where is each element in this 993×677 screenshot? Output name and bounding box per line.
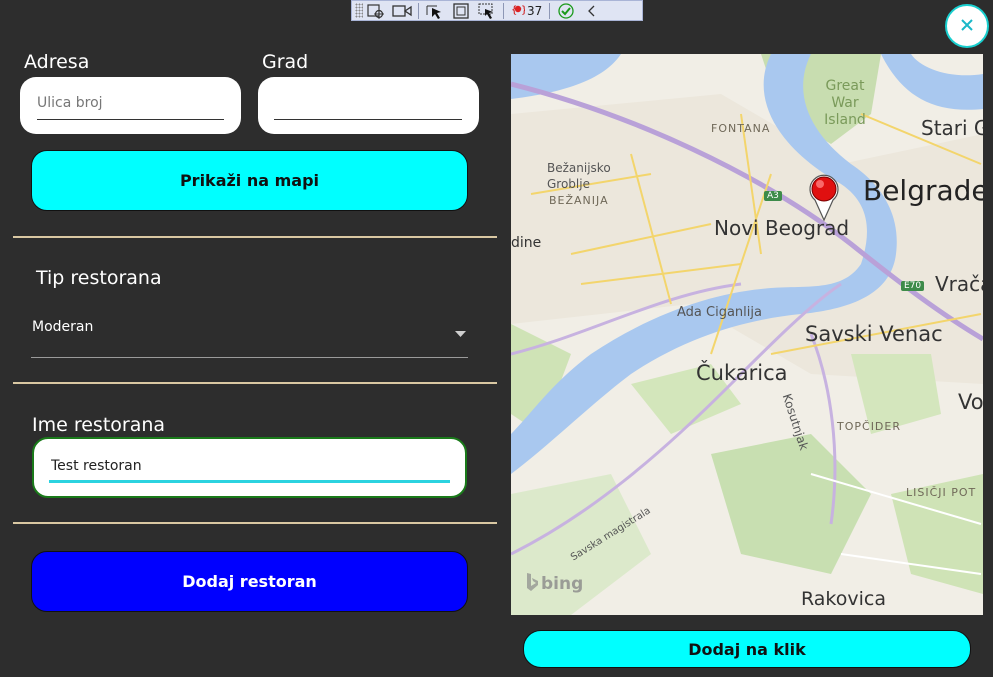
section-divider xyxy=(13,382,497,384)
section-divider xyxy=(13,522,497,524)
map-label-great-war-island: Great War Island xyxy=(824,78,866,128)
city-input[interactable] xyxy=(274,95,462,111)
svg-text:}: } xyxy=(521,5,525,15)
check-icon[interactable] xyxy=(553,1,579,20)
toolbar-separator xyxy=(418,2,419,19)
restaurant-name-label: Ime restorana xyxy=(32,414,166,436)
address-underline xyxy=(37,119,224,120)
map-label-bezanija: BEŽANIJA xyxy=(549,194,609,207)
bing-logo: bing xyxy=(525,572,583,596)
restaurant-name-input[interactable] xyxy=(51,458,449,474)
address-label: Adresa xyxy=(24,51,90,73)
bing-icon xyxy=(525,572,539,596)
close-button[interactable] xyxy=(945,4,989,48)
map-label-ada-ciganlija: Ada Ciganlija xyxy=(677,305,762,320)
map-label-vo: Vo xyxy=(958,390,983,414)
video-icon[interactable] xyxy=(389,1,415,20)
collapse-chevron-icon[interactable] xyxy=(579,1,605,20)
city-label: Grad xyxy=(262,51,309,73)
map-pin-icon[interactable] xyxy=(807,172,841,226)
bing-text: bing xyxy=(541,574,584,594)
city-underline xyxy=(274,119,462,120)
map-label-topcider: TOPČIDER xyxy=(837,420,901,433)
show-on-map-button[interactable]: Prikaži na mapi xyxy=(31,150,468,211)
map-label-dine: dine xyxy=(511,235,542,251)
dropdown-arrow-icon xyxy=(455,323,466,342)
restaurant-name-underline xyxy=(49,480,450,483)
binding-errors[interactable]: {} 37 xyxy=(507,3,546,18)
city-field[interactable] xyxy=(258,77,479,134)
pointer-select-icon[interactable] xyxy=(422,1,448,20)
track-focus-icon[interactable] xyxy=(474,1,500,20)
restaurant-type-label: Tip restorana xyxy=(36,267,162,289)
toolbar-separator xyxy=(503,2,504,19)
add-on-click-button[interactable]: Dodaj na klik xyxy=(523,630,971,668)
map-view[interactable]: Great War Island Stari G FONTANA Bežanij… xyxy=(511,54,983,615)
toolbar-separator xyxy=(549,2,551,19)
map-label-rakovica: Rakovica xyxy=(801,588,886,610)
binding-error-icon: {} xyxy=(511,3,527,18)
layout-adorner-icon[interactable] xyxy=(448,1,474,20)
add-restaurant-button[interactable]: Dodaj restoran xyxy=(31,551,468,612)
map-label-lisicji-potok: LISIČJI POT xyxy=(906,486,977,499)
map-label-bezanijsko-groblje: Bežanijsko Groblje xyxy=(547,161,611,191)
error-count: 37 xyxy=(527,3,543,18)
map-label-belgrade: Belgrade xyxy=(863,174,983,207)
debug-toolbar: {} 37 xyxy=(351,0,643,21)
restaurant-type-selected: Moderan xyxy=(32,319,94,335)
address-input[interactable] xyxy=(37,95,224,111)
restaurant-type-dropdown[interactable]: Moderan xyxy=(31,310,468,358)
grip-icon[interactable] xyxy=(355,3,363,18)
map-label-fontana: FONTANA xyxy=(711,122,771,135)
close-icon xyxy=(960,17,974,36)
map-label-a3: A3 xyxy=(764,191,782,201)
map-label-e70: E70 xyxy=(901,281,925,291)
map-label-cukarica: Čukarica xyxy=(696,361,788,385)
map-label-stari-grad: Stari G xyxy=(921,116,983,140)
select-element-icon[interactable] xyxy=(363,1,389,20)
address-field[interactable] xyxy=(20,77,241,134)
restaurant-name-field[interactable] xyxy=(32,437,467,498)
map-label-savski-venac: Savski Venac xyxy=(805,322,943,346)
section-divider xyxy=(13,236,497,238)
map-label-vraca: Vrača xyxy=(935,272,983,296)
